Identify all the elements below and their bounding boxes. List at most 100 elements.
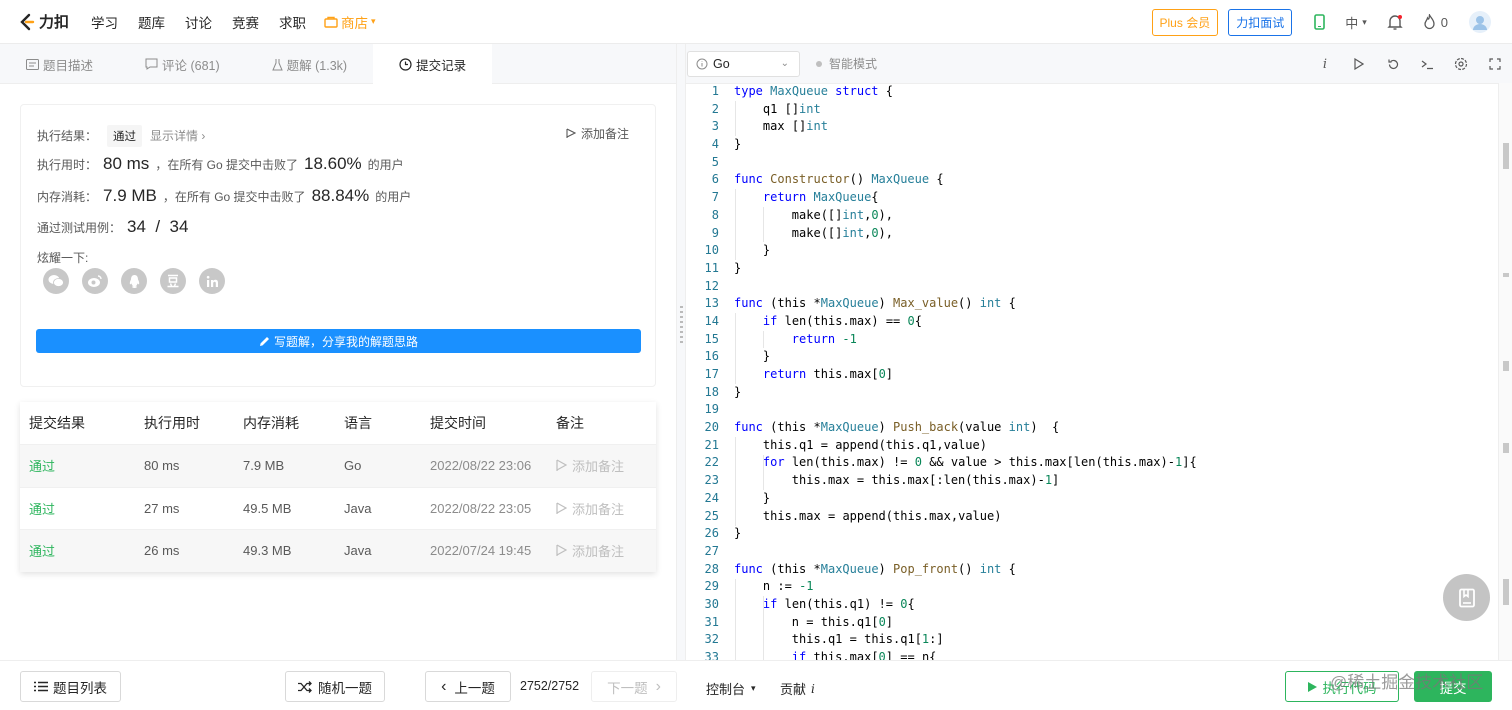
problem-list-button[interactable]: 题目列表 — [20, 671, 121, 702]
line-number: 20 — [704, 420, 719, 435]
submissions-table: 提交结果 执行用时 内存消耗 语言 提交时间 备注 通过 80 ms 7.9 M… — [20, 402, 656, 572]
code-line[interactable]: 13 func (this *MaxQueue) Max_value() int … — [686, 295, 1498, 313]
line-number: 24 — [704, 490, 719, 505]
nav-problems[interactable]: 题库 — [138, 12, 165, 32]
terminal-icon[interactable] — [1410, 59, 1444, 70]
table-row[interactable]: 通过 27 ms 49.5 MB Java 2022/08/22 23:05 添… — [20, 486, 656, 530]
linkedin-icon[interactable] — [199, 268, 225, 294]
language-select[interactable]: Go ⌄ — [687, 50, 800, 77]
code-line[interactable]: 30 if len(this.q1) != 0{ — [686, 596, 1498, 614]
code-line[interactable]: 12 — [686, 278, 1498, 296]
chevron-down-icon: ▾ — [371, 16, 376, 26]
language-switch[interactable]: 中 ▾ — [1345, 13, 1367, 32]
next-problem-button[interactable]: 下一题 › — [591, 671, 677, 702]
code-line[interactable]: 32 this.q1 = this.q1[1:] — [686, 631, 1498, 649]
code-line[interactable]: 4} — [686, 136, 1498, 154]
table-row[interactable]: 通过 80 ms 7.9 MB Go 2022/08/22 23:06 添加备注 — [20, 444, 656, 487]
code-line[interactable]: 23 this.max = this.max[:len(this.max)-1] — [686, 472, 1498, 490]
code-text: func (this *MaxQueue) Pop_front() int { — [734, 561, 1016, 576]
indent-guide — [735, 437, 736, 526]
editor-scrollbar[interactable] — [1498, 83, 1512, 660]
tab-comments[interactable]: 评论 (681) — [119, 44, 246, 84]
row-status[interactable]: 通过 — [20, 456, 144, 475]
toggle-dot — [816, 60, 822, 67]
interview-button[interactable]: 力扣面试 — [1228, 8, 1293, 36]
row-add-note[interactable]: 添加备注 — [556, 499, 656, 518]
plus-member-button[interactable]: Plus 会员 — [1151, 8, 1219, 36]
fire-streak[interactable]: 0 — [1423, 14, 1448, 30]
fullscreen-icon[interactable] — [1478, 58, 1512, 70]
code-line[interactable]: 33 if this.max[0] == n{ — [686, 649, 1498, 660]
write-solution-button[interactable]: 写题解，分享我的解题思路 — [36, 329, 641, 353]
code-text: } — [762, 243, 771, 258]
wechat-icon[interactable] — [43, 268, 69, 294]
weibo-icon[interactable] — [82, 268, 108, 294]
tab-solutions[interactable]: 题解 (1.3k) — [246, 44, 373, 84]
code-line[interactable]: 7 return MaxQueue{ — [686, 189, 1498, 207]
row-status[interactable]: 通过 — [20, 541, 144, 560]
code-line[interactable]: 18} — [686, 384, 1498, 402]
code-line[interactable]: 21 this.q1 = append(this.q1,value) — [686, 437, 1498, 455]
code-line[interactable]: 8 make([]int,0), — [686, 207, 1498, 225]
code-line[interactable]: 19 — [686, 401, 1498, 419]
info-icon[interactable]: i — [1308, 57, 1342, 72]
qq-icon[interactable] — [121, 268, 147, 294]
code-line[interactable]: 6 func Constructor() MaxQueue { — [686, 171, 1498, 189]
add-note-button[interactable]: 添加备注 — [566, 125, 629, 142]
row-add-note[interactable]: 添加备注 — [556, 541, 656, 560]
tab-description[interactable]: 题目描述 — [0, 44, 119, 84]
nav-shop[interactable]: 商店 ▾ — [324, 12, 376, 32]
row-add-note[interactable]: 添加备注 — [556, 456, 656, 475]
code-area[interactable]: 1 type MaxQueue struct {2 q1 []int 3 max [… — [686, 83, 1498, 660]
panel-resizer[interactable] — [676, 44, 686, 660]
nav-discuss[interactable]: 讨论 — [185, 12, 212, 32]
code-line[interactable]: 2 q1 []int — [686, 101, 1498, 119]
code-text: return this.max[0] — [762, 367, 894, 381]
code-line[interactable]: 26} — [686, 525, 1498, 543]
reset-icon[interactable] — [1376, 58, 1410, 71]
code-line[interactable]: 14 if len(this.max) == 0{ — [686, 313, 1498, 331]
code-line[interactable]: 16 } — [686, 348, 1498, 366]
settings-icon[interactable] — [1444, 57, 1478, 71]
code-line[interactable]: 31 n = this.q1[0] — [686, 614, 1498, 632]
nav-study[interactable]: 学习 — [91, 12, 118, 32]
code-line[interactable]: 24 } — [686, 490, 1498, 508]
code-text: if this.max[0] == n{ — [791, 650, 937, 660]
phone-icon[interactable] — [1314, 14, 1326, 30]
smart-mode-toggle[interactable]: 智能模式 — [816, 55, 877, 72]
nav-contest[interactable]: 竞赛 — [232, 12, 259, 32]
code-line[interactable]: 17 return this.max[0] — [686, 366, 1498, 384]
code-line[interactable]: 5 — [686, 154, 1498, 172]
console-toggle[interactable]: 控制台 ▾ — [706, 679, 756, 698]
show-details-link[interactable]: 显示详情 › — [150, 127, 205, 144]
code-line[interactable]: 9 make([]int,0), — [686, 225, 1498, 243]
code-line[interactable]: 1 type MaxQueue struct { — [686, 83, 1498, 101]
row-status[interactable]: 通过 — [20, 499, 144, 518]
code-line[interactable]: 27 — [686, 543, 1498, 561]
code-line[interactable]: 11} — [686, 260, 1498, 278]
code-line[interactable]: 15 return -1 — [686, 331, 1498, 349]
bell-icon[interactable] — [1387, 14, 1403, 31]
tab-submissions[interactable]: 提交记录 — [373, 44, 493, 84]
avatar[interactable] — [1468, 10, 1492, 34]
code-line[interactable]: 25 this.max = append(this.max,value) — [686, 508, 1498, 526]
random-problem-button[interactable]: 随机一题 — [285, 671, 385, 702]
prev-problem-button[interactable]: ‹ 上一题 — [425, 671, 511, 702]
douban-icon[interactable] — [160, 268, 186, 294]
resize-grip[interactable] — [680, 306, 683, 346]
code-line[interactable]: 3 max []int — [686, 118, 1498, 136]
code-line[interactable]: 22 for len(this.max) != 0 && value > thi… — [686, 454, 1498, 472]
code-line[interactable]: 28 func (this *MaxQueue) Pop_front() int … — [686, 561, 1498, 579]
code-line[interactable]: 10 } — [686, 242, 1498, 260]
leetcode-logo[interactable]: 力扣 — [18, 11, 69, 32]
code-line[interactable]: 29 n := -1 — [686, 578, 1498, 596]
nav-jobs[interactable]: 求职 — [279, 12, 306, 32]
notebook-icon — [1458, 588, 1475, 607]
contribute-link[interactable]: 贡献 i — [780, 679, 815, 698]
notebook-float-button[interactable] — [1443, 574, 1490, 621]
table-row[interactable]: 通过 26 ms 49.3 MB Java 2022/07/24 19:45 添… — [20, 529, 656, 572]
indent-guide — [735, 100, 736, 137]
play-outline-icon[interactable] — [1342, 58, 1376, 70]
status-badge: 通过 — [107, 125, 143, 147]
code-line[interactable]: 20 func (this *MaxQueue) Push_back(value … — [686, 419, 1498, 437]
